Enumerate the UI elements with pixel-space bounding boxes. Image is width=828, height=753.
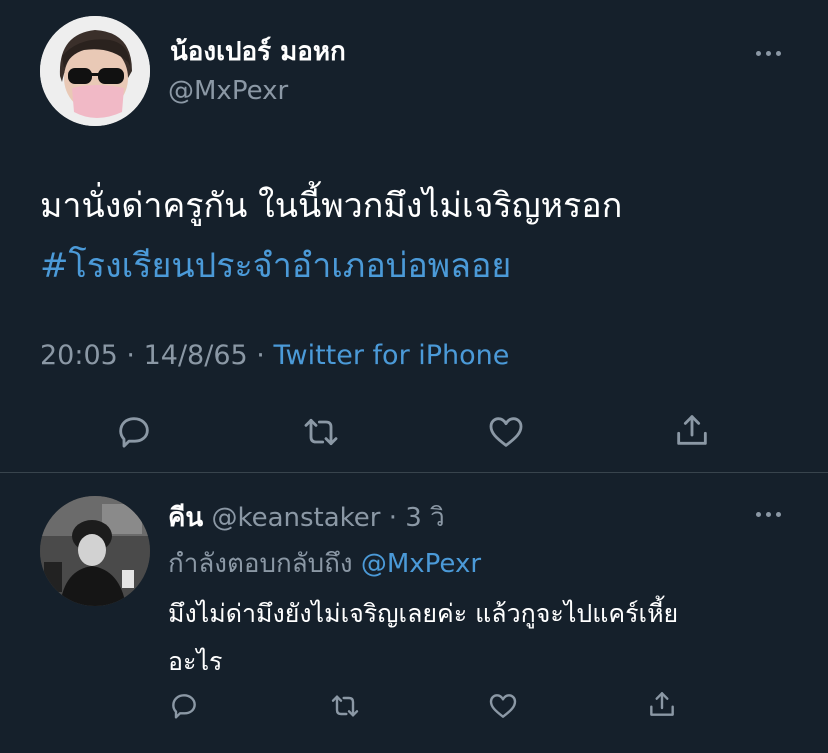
reply-like-icon[interactable] — [487, 690, 519, 722]
replying-to: กำลังตอบกลับถึง @MxPexr — [168, 543, 481, 584]
reply-text-line-1: มึงไม่ด่ามึงยังไม่เจริญเลยค่ะ แล้วกูจะไป… — [168, 599, 679, 628]
reply-reply-icon[interactable] — [168, 690, 200, 722]
reply-more-options-button[interactable] — [756, 508, 781, 520]
tweet-source-link[interactable]: Twitter for iPhone — [273, 340, 509, 371]
reply-header: คีน @keanstaker · 3 วิ — [168, 497, 445, 538]
more-dot-icon — [756, 50, 761, 56]
more-dot-icon — [756, 511, 761, 517]
replying-to-label: กำลังตอบกลับถึง — [168, 549, 353, 579]
more-dot-icon — [776, 50, 781, 56]
meta-separator: · — [256, 340, 265, 371]
like-icon[interactable] — [486, 412, 526, 452]
reply-share-icon[interactable] — [646, 688, 678, 720]
reply-display-name[interactable]: คีน — [168, 503, 203, 533]
reply-age: 3 วิ — [405, 503, 445, 533]
reply-handle[interactable]: @keanstaker — [211, 503, 380, 533]
more-dot-icon — [766, 511, 771, 517]
more-dot-icon — [776, 511, 781, 517]
more-options-button[interactable] — [756, 47, 781, 59]
reply-author-avatar[interactable] — [40, 496, 150, 606]
tweet-divider — [0, 472, 828, 473]
retweet-icon[interactable] — [300, 412, 342, 452]
meta-separator: · — [388, 503, 397, 533]
tweet-meta: 20:05 · 14/8/65 · Twitter for iPhone — [40, 340, 509, 371]
hashtag-link[interactable]: #โรงเรียนประจำอำเภอบ่อพลอย — [40, 238, 511, 292]
tweet-time: 20:05 — [40, 340, 118, 371]
meta-separator: · — [126, 340, 135, 371]
replying-to-handle-link[interactable]: @MxPexr — [361, 549, 481, 579]
more-dot-icon — [766, 50, 771, 56]
author-avatar[interactable] — [40, 16, 150, 126]
reply-retweet-icon[interactable] — [328, 690, 362, 722]
author-handle[interactable]: @MxPexr — [168, 76, 288, 106]
share-icon[interactable] — [672, 410, 712, 450]
reply-text-line-2: อะไร — [168, 647, 223, 676]
tweet-date: 14/8/65 — [143, 340, 248, 371]
author-display-name[interactable]: น้องเปอร์ มอหก — [170, 31, 346, 72]
tweet-text: มานั่งด่าครูกัน ในนี้พวกมึงไม่เจริญหรอก — [40, 186, 623, 226]
reply-icon[interactable] — [114, 412, 154, 452]
